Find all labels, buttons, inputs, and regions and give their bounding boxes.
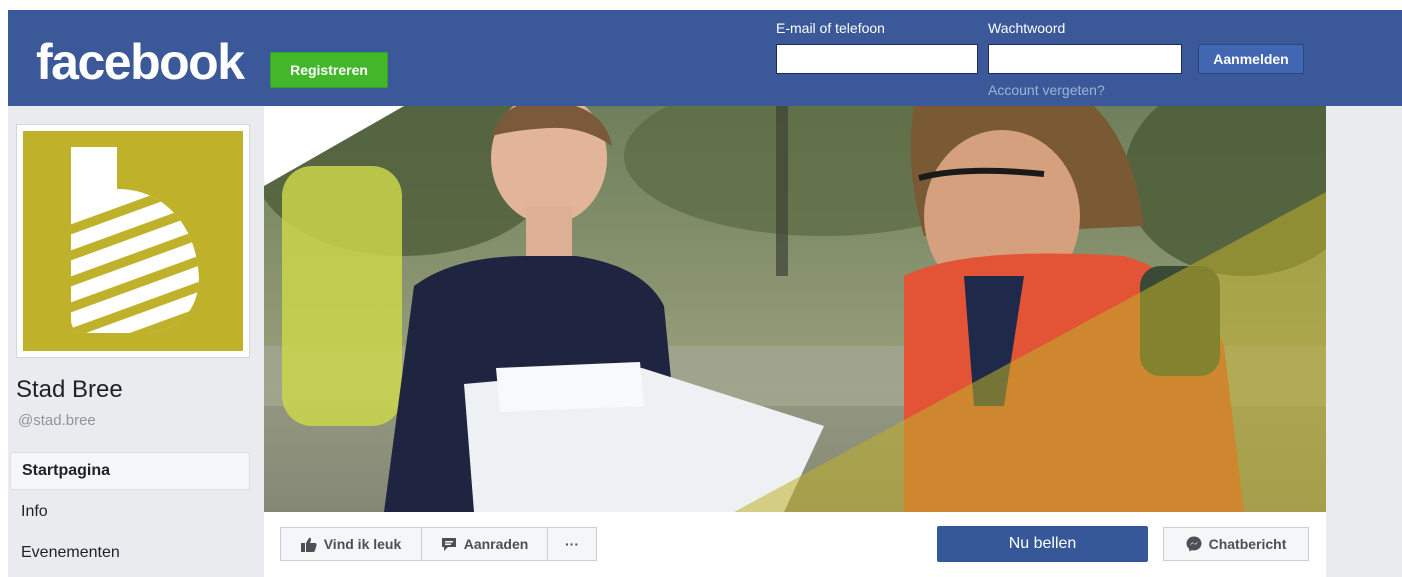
- stad-bree-logo-icon: [71, 147, 199, 333]
- like-button[interactable]: Vind ik leuk: [280, 527, 422, 561]
- recommend-button[interactable]: Aanraden: [421, 527, 548, 561]
- more-icon: ···: [565, 536, 579, 552]
- forgot-account-link[interactable]: Account vergeten?: [988, 82, 1105, 98]
- thumbs-up-icon: [300, 537, 317, 552]
- nav-item-info[interactable]: Info: [10, 493, 250, 531]
- register-button[interactable]: Registreren: [270, 52, 388, 88]
- profile-picture: [23, 131, 243, 351]
- more-button[interactable]: ···: [547, 527, 597, 561]
- page-name[interactable]: Stad Bree: [16, 376, 123, 404]
- email-label: E-mail of telefoon: [776, 20, 885, 36]
- nav-item-evenementen[interactable]: Evenementen: [10, 534, 250, 572]
- like-label: Vind ik leuk: [323, 536, 402, 552]
- call-button[interactable]: Nu bellen: [937, 526, 1148, 562]
- recommend-label: Aanraden: [463, 536, 529, 552]
- cover-photo-image: [264, 106, 1326, 512]
- profile-picture-frame[interactable]: [16, 124, 250, 358]
- nav-item-startpagina[interactable]: Startpagina: [10, 452, 250, 490]
- login-button[interactable]: Aanmelden: [1198, 44, 1304, 74]
- page-handle: @stad.bree: [18, 412, 96, 429]
- email-field[interactable]: [776, 44, 978, 74]
- facebook-logo[interactable]: facebook: [36, 32, 245, 92]
- speech-bubble-icon: [441, 537, 456, 551]
- cover-photo[interactable]: [264, 106, 1326, 512]
- password-label: Wachtwoord: [988, 20, 1066, 36]
- password-field[interactable]: [988, 44, 1182, 74]
- chat-button[interactable]: Chatbericht: [1163, 527, 1309, 561]
- chat-label: Chatbericht: [1208, 536, 1287, 552]
- messenger-icon: [1186, 536, 1202, 552]
